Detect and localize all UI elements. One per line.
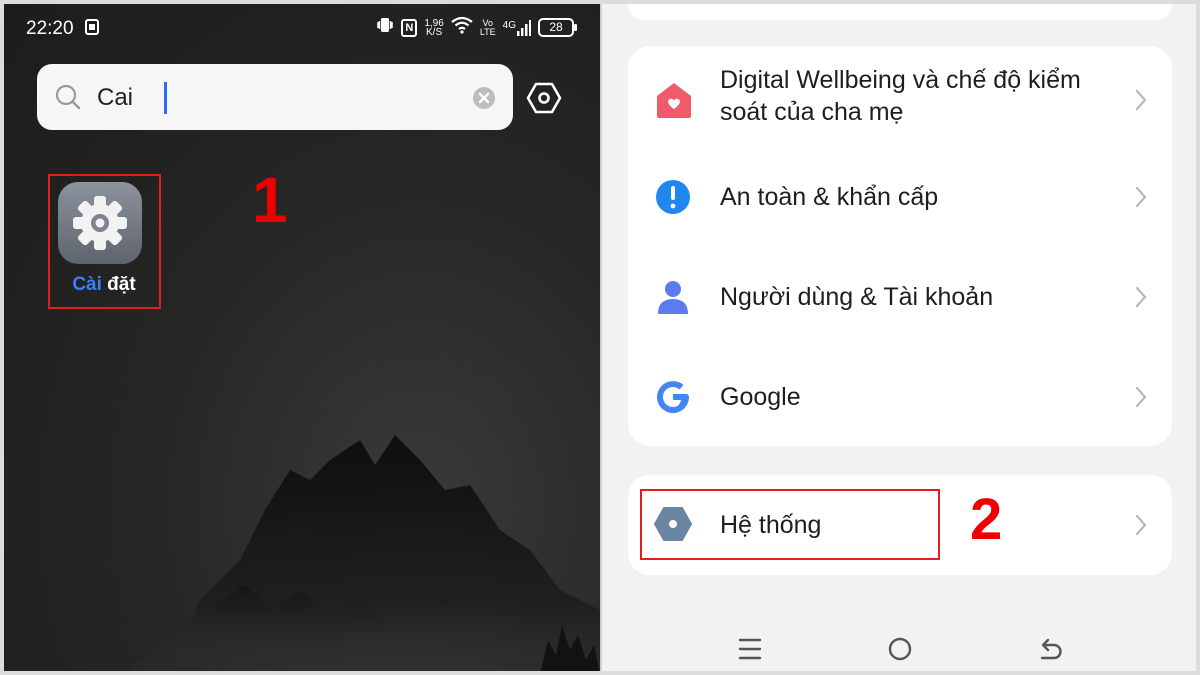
home-icon[interactable] — [887, 636, 913, 667]
volte-bottom: LTE — [479, 26, 496, 37]
wellbeing-house-icon — [654, 81, 694, 124]
chevron-right-icon — [1134, 185, 1148, 214]
settings-card-top — [628, 0, 1172, 20]
mountain-wallpaper — [120, 435, 600, 675]
status-icons: N 1,96 K/S Vo LTE 4G 28 — [376, 16, 577, 39]
network-type: 4G — [502, 19, 516, 31]
back-icon[interactable] — [1038, 636, 1064, 667]
search-icon — [54, 83, 82, 116]
search-query: Cai — [97, 84, 134, 111]
settings-item-digital-wellbeing[interactable]: Digital Wellbeing và chế độ kiểm soát củ… — [628, 46, 1172, 156]
search-input[interactable]: Cai — [37, 64, 513, 130]
settings-item-label: Người dùng & Tài khoản — [720, 283, 994, 311]
vibrate-icon — [376, 16, 394, 39]
settings-screen: Digital Wellbeing và chế độ kiểm soát củ… — [602, 0, 1200, 675]
menu-icon[interactable] — [738, 636, 762, 667]
chevron-right-icon — [1134, 385, 1148, 414]
google-g-icon — [654, 378, 692, 421]
exclamation-circle-icon — [654, 178, 692, 221]
nfc-icon: N — [401, 18, 418, 37]
settings-item-label: An toàn & khẩn cấp — [720, 183, 939, 211]
settings-item-label: Google — [720, 383, 801, 411]
text-caret — [164, 82, 167, 114]
signal-icon — [517, 19, 531, 36]
launcher-screen: 22:20 N 1,96 K/S Vo LTE 4G 28 Cai Cài đặ… — [0, 0, 600, 675]
chevron-right-icon — [1134, 285, 1148, 314]
signal-indicator: 4G — [502, 19, 531, 36]
speed-unit: K/S — [426, 26, 443, 38]
status-bar: 22:20 N 1,96 K/S Vo LTE 4G 28 — [0, 0, 600, 56]
wifi-icon — [451, 16, 473, 39]
launcher-settings-icon[interactable] — [526, 80, 562, 121]
settings-card-main: Digital Wellbeing và chế độ kiểm soát củ… — [628, 46, 1172, 446]
user-icon — [654, 278, 692, 321]
highlight-box-step-1 — [48, 174, 161, 309]
settings-item-label: Digital Wellbeing và chế độ kiểm soát củ… — [720, 66, 1081, 126]
step-number-2: 2 — [970, 487, 1003, 552]
navigation-bar — [602, 630, 1200, 675]
volte-indicator: Vo LTE — [479, 18, 496, 37]
network-speed: 1,96 K/S — [424, 18, 443, 38]
notification-app-icon — [84, 19, 100, 40]
status-time: 22:20 — [26, 18, 74, 39]
step-number-1: 1 — [252, 164, 288, 236]
chevron-right-icon — [1134, 513, 1148, 542]
settings-item-safety-emergency[interactable]: An toàn & khẩn cấp — [628, 146, 1172, 246]
settings-item-users-accounts[interactable]: Người dùng & Tài khoản — [628, 246, 1172, 346]
highlight-box-step-2 — [640, 489, 940, 560]
settings-item-google[interactable]: Google — [628, 346, 1172, 446]
battery-icon: 28 — [538, 18, 577, 37]
chevron-right-icon — [1134, 88, 1148, 117]
clear-search-icon[interactable] — [472, 86, 496, 115]
